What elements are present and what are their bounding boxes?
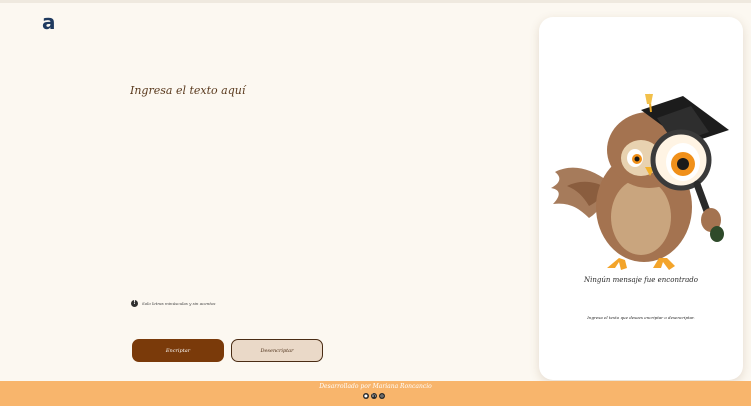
linkedin-icon[interactable]: in xyxy=(371,393,377,399)
footer: Desarrollado por Mariana Roncancio ● in … xyxy=(0,381,751,406)
top-border xyxy=(0,0,751,3)
result-panel: Ningún mensaje fue encontrado Ingresa el… xyxy=(539,17,743,380)
text-input[interactable] xyxy=(130,84,490,284)
panel-subtitle: Ingresa el texto que desees encriptar o … xyxy=(587,315,695,320)
logo[interactable]: a xyxy=(42,11,58,33)
instagram-icon[interactable]: ◎ xyxy=(379,393,385,399)
info-icon: ! xyxy=(131,300,138,307)
encrypt-button[interactable]: Encriptar xyxy=(132,339,224,362)
decrypt-button[interactable]: Desencriptar xyxy=(231,339,323,362)
github-icon[interactable]: ● xyxy=(363,393,369,399)
owl-illustration xyxy=(551,93,729,270)
footer-credit: Desarrollado por Mariana Roncancio xyxy=(319,383,432,390)
footer-social-icons: ● in ◎ xyxy=(363,393,385,399)
panel-title: Ningún mensaje fue encontrado xyxy=(584,276,698,284)
hint-text: Solo letras minúsculas y sin acentos xyxy=(142,301,216,306)
hint: ! Solo letras minúsculas y sin acentos xyxy=(131,300,215,307)
